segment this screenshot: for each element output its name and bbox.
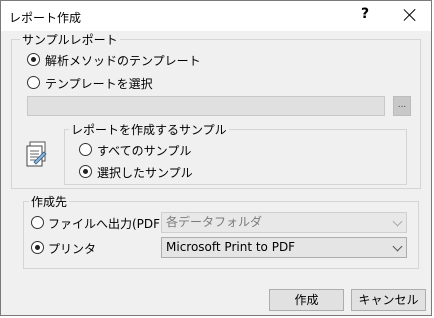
chevron-down-icon (392, 216, 403, 227)
selected-samples-label: 選択したサンプル (97, 166, 193, 180)
template-path-input[interactable] (27, 96, 385, 116)
output-folder-select[interactable]: 各データフォルダ (161, 212, 407, 233)
help-button[interactable]: ? (361, 6, 369, 22)
selected-samples-radio[interactable] (79, 165, 92, 178)
report-dialog: レポート作成 ? サンプルレポート 解析メソッドのテンプレート テンプレートを選… (0, 0, 432, 316)
browse-button[interactable]: ... (393, 96, 411, 116)
destination-legend: 作成先 (29, 193, 70, 210)
select-template-radio[interactable] (27, 76, 40, 89)
printer-value: Microsoft Print to PDF (166, 240, 296, 254)
select-template-label: テンプレートを選択 (45, 77, 153, 91)
all-samples-label: すべてのサンプル (97, 144, 192, 158)
sample-report-legend: サンプルレポート (20, 31, 120, 48)
printer-radio[interactable] (31, 241, 44, 254)
method-template-radio[interactable] (27, 53, 40, 66)
cancel-button[interactable]: キャンセル (351, 289, 426, 311)
method-template-label: 解析メソッドのテンプレート (45, 54, 201, 68)
printer-label: プリンタ (48, 242, 97, 256)
chevron-down-icon (392, 241, 403, 252)
file-output-radio[interactable] (31, 216, 44, 229)
close-icon[interactable] (403, 8, 417, 22)
create-button[interactable]: 作成 (269, 289, 344, 311)
file-output-label: ファイルへ出力(PDF) (48, 217, 165, 231)
printer-select[interactable]: Microsoft Print to PDF (161, 237, 407, 258)
target-samples-legend: レポートを作成するサンプル (69, 121, 229, 138)
title-bar: レポート作成 ? (1, 1, 431, 31)
report-document-icon (26, 141, 47, 167)
window-title: レポート作成 (9, 11, 82, 25)
all-samples-radio[interactable] (79, 143, 92, 156)
output-folder-value: 各データフォルダ (166, 215, 263, 229)
